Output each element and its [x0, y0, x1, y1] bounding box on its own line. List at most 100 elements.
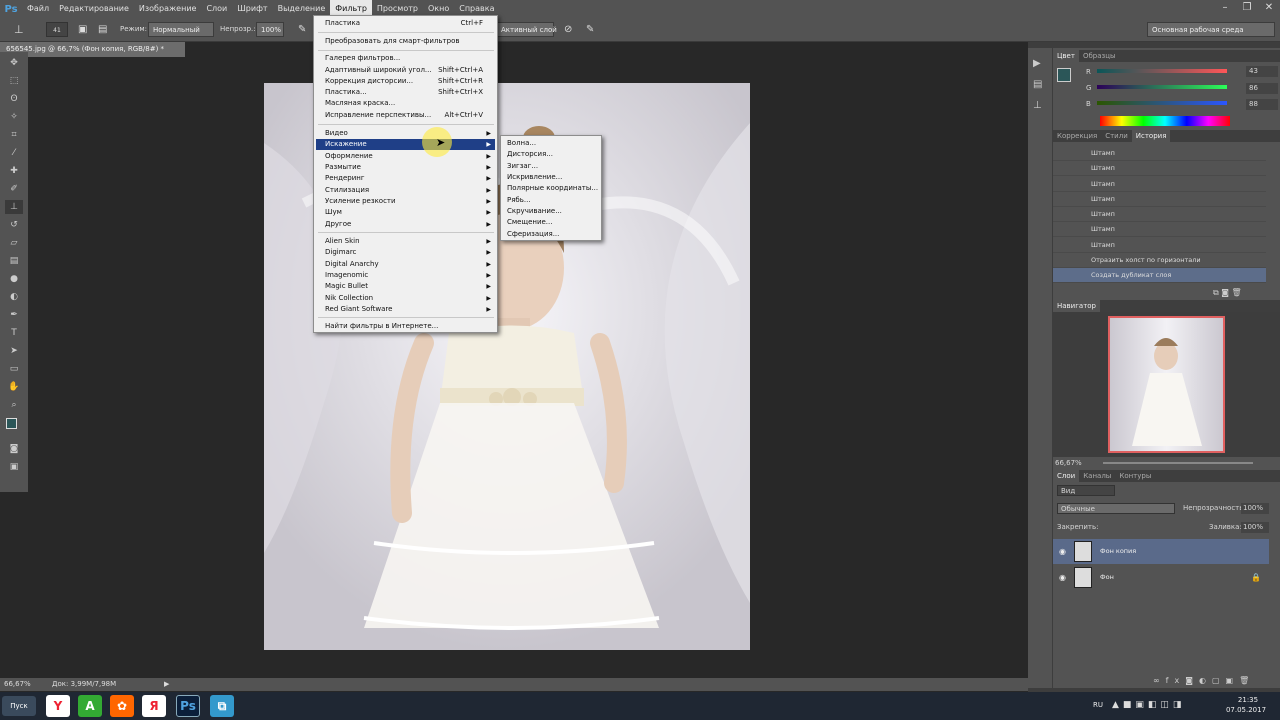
healing-brush-tool-icon[interactable]: ✚: [5, 164, 23, 178]
tab-paths[interactable]: Контуры: [1115, 470, 1155, 482]
language-indicator[interactable]: RU: [1093, 701, 1103, 709]
layer-opacity-value[interactable]: 100%: [1241, 503, 1269, 514]
yandex-icon[interactable]: Я: [142, 695, 166, 717]
screen-capture-icon[interactable]: ⧉: [210, 695, 234, 717]
filter-item-browse-online[interactable]: Найти фильтры в Интернете...: [316, 321, 495, 332]
blur-tool-icon[interactable]: ●: [5, 272, 23, 286]
eraser-tool-icon[interactable]: ▱: [5, 236, 23, 250]
menu-edit[interactable]: Редактирование: [54, 0, 134, 18]
filter-item-vanishing-point[interactable]: Исправление перспективы... Alt+Ctrl+V: [316, 110, 495, 121]
screen-mode-icon[interactable]: ▣: [5, 460, 23, 474]
minimize-icon[interactable]: –: [1214, 0, 1236, 16]
b-value[interactable]: 88: [1246, 99, 1278, 110]
filter-item-other[interactable]: Другое ▶: [316, 219, 495, 230]
pen-tool-icon[interactable]: ✒: [5, 308, 23, 322]
move-tool-icon[interactable]: ✥: [5, 56, 23, 70]
filter-item-blur[interactable]: Размытие ▶: [316, 162, 495, 173]
play-actions-icon[interactable]: ▶: [1033, 58, 1047, 69]
filter-item-distort[interactable]: Искажение ▶: [316, 139, 495, 150]
pressure-opacity-icon[interactable]: ✎: [298, 22, 306, 37]
ignore-adjustment-icon[interactable]: ⊘: [564, 22, 572, 37]
filter-item-nik-collection[interactable]: Nik Collection ▶: [316, 293, 495, 304]
clone-source-panel-icon[interactable]: ⊥: [1033, 100, 1047, 111]
lock-icon[interactable]: 🔒: [1251, 565, 1261, 590]
filter-item-liquify[interactable]: Пластика... Shift+Ctrl+X: [316, 87, 495, 98]
history-item[interactable]: Штамп: [1053, 177, 1266, 192]
history-brush-tool-icon[interactable]: ↺: [5, 218, 23, 232]
menu-layers[interactable]: Слои: [201, 0, 232, 18]
opacity-field[interactable]: 100%: [256, 22, 284, 37]
history-item[interactable]: Штамп: [1053, 222, 1266, 237]
distort-item-twirl[interactable]: Скручивание...: [503, 206, 599, 217]
quick-select-tool-icon[interactable]: ✧: [5, 110, 23, 124]
brush-panel-icon[interactable]: ▣: [78, 22, 87, 37]
mode-dropdown[interactable]: Нормальный: [148, 22, 214, 37]
workspace-dropdown[interactable]: Основная рабочая среда: [1147, 22, 1275, 37]
distort-item-ripple[interactable]: Рябь...: [503, 195, 599, 206]
path-select-tool-icon[interactable]: ➤: [5, 344, 23, 358]
filter-item-adaptive-wide-angle[interactable]: Адаптивный широкий угол... Shift+Ctrl+A: [316, 65, 495, 76]
tab-styles[interactable]: Стили: [1101, 130, 1132, 142]
eyedropper-tool-icon[interactable]: ⁄: [5, 146, 23, 160]
menu-file[interactable]: Файл: [22, 0, 54, 18]
gradient-tool-icon[interactable]: ▤: [5, 254, 23, 268]
filter-item-pixelate[interactable]: Оформление ▶: [316, 151, 495, 162]
filter-item-noise[interactable]: Шум ▶: [316, 207, 495, 218]
filter-item-sharpen[interactable]: Усиление резкости ▶: [316, 196, 495, 207]
dodge-tool-icon[interactable]: ◐: [5, 290, 23, 304]
history-item[interactable]: Отразить холст по горизонтали: [1053, 253, 1266, 268]
distort-item-zigzag[interactable]: Зигзаг...: [503, 161, 599, 172]
history-item[interactable]: Штамп: [1053, 238, 1266, 253]
r-value[interactable]: 43: [1246, 66, 1278, 77]
g-value[interactable]: 86: [1246, 83, 1278, 94]
filter-item-imagenomic[interactable]: Imagenomic ▶: [316, 270, 495, 281]
tab-navigator[interactable]: Навигатор: [1053, 300, 1100, 312]
distort-item-spherize[interactable]: Сферизация...: [503, 229, 599, 240]
tab-layers[interactable]: Слои: [1053, 470, 1080, 482]
tab-swatches[interactable]: Образцы: [1079, 50, 1120, 62]
filter-item-gallery[interactable]: Галерея фильтров...: [316, 53, 495, 64]
clock-time[interactable]: 21:35: [1228, 696, 1268, 704]
layer-row[interactable]: ◉ Фон 🔒: [1053, 565, 1269, 590]
blend-mode-dropdown[interactable]: Обычные: [1057, 503, 1175, 514]
clone-stamp-tool-icon[interactable]: ⊥: [14, 22, 24, 37]
doc-info[interactable]: Док: 3,99M/7,98M: [52, 678, 116, 691]
zoom-tool-icon[interactable]: ⌕: [5, 398, 23, 412]
hand-tool-icon[interactable]: ✋: [5, 380, 23, 394]
filter-item-stylize[interactable]: Стилизация ▶: [316, 185, 495, 196]
clock-date[interactable]: 07.05.2017: [1224, 706, 1268, 714]
start-button[interactable]: Пуск: [2, 696, 36, 716]
navigator-zoom-slider[interactable]: [1103, 462, 1253, 464]
layer-row[interactable]: ◉ Фон копия: [1053, 539, 1269, 564]
brush-size-picker[interactable]: 41: [46, 22, 68, 37]
type-tool-icon[interactable]: T: [5, 326, 23, 340]
distort-item-wave[interactable]: Волна...: [503, 138, 599, 149]
filter-item-digital-anarchy[interactable]: Digital Anarchy ▶: [316, 259, 495, 270]
history-item[interactable]: Штамп: [1053, 146, 1266, 161]
color-swatches[interactable]: [4, 416, 24, 438]
g-slider[interactable]: [1097, 85, 1227, 89]
r-slider[interactable]: [1097, 69, 1227, 73]
filter-item-lens-correction[interactable]: Коррекция дисторсии... Shift+Ctrl+R: [316, 76, 495, 87]
fill-value[interactable]: 100%: [1241, 522, 1269, 533]
close-icon[interactable]: ✕: [1258, 0, 1280, 16]
color-fg-swatch[interactable]: [1057, 68, 1071, 82]
shape-tool-icon[interactable]: ▭: [5, 362, 23, 376]
color-spectrum[interactable]: [1100, 116, 1230, 126]
tab-channels[interactable]: Каналы: [1079, 470, 1115, 482]
filter-item-render[interactable]: Рендеринг ▶: [316, 173, 495, 184]
visibility-eye-icon[interactable]: ◉: [1059, 565, 1066, 590]
tab-adjustments[interactable]: Коррекция: [1053, 130, 1101, 142]
history-item[interactable]: Штамп: [1053, 192, 1266, 207]
filter-item-convert-smart[interactable]: Преобразовать для смарт-фильтров: [316, 36, 495, 47]
tab-history[interactable]: История: [1131, 130, 1171, 142]
filter-item-digimarc[interactable]: Digimarc ▶: [316, 247, 495, 258]
restore-icon[interactable]: ❐: [1236, 0, 1258, 16]
navigator-thumbnail[interactable]: [1108, 316, 1225, 453]
distort-item-polar[interactable]: Полярные координаты...: [503, 183, 599, 194]
layers-bottom-icons[interactable]: ∞fx◙◐▢▣🗑: [1153, 676, 1255, 685]
marquee-tool-icon[interactable]: ⬚: [5, 74, 23, 88]
history-item-active[interactable]: Создать дубликат слоя: [1053, 268, 1266, 283]
app-dots-icon[interactable]: ✿: [110, 695, 134, 717]
navigator-zoom-value[interactable]: 66,67%: [1055, 459, 1082, 467]
